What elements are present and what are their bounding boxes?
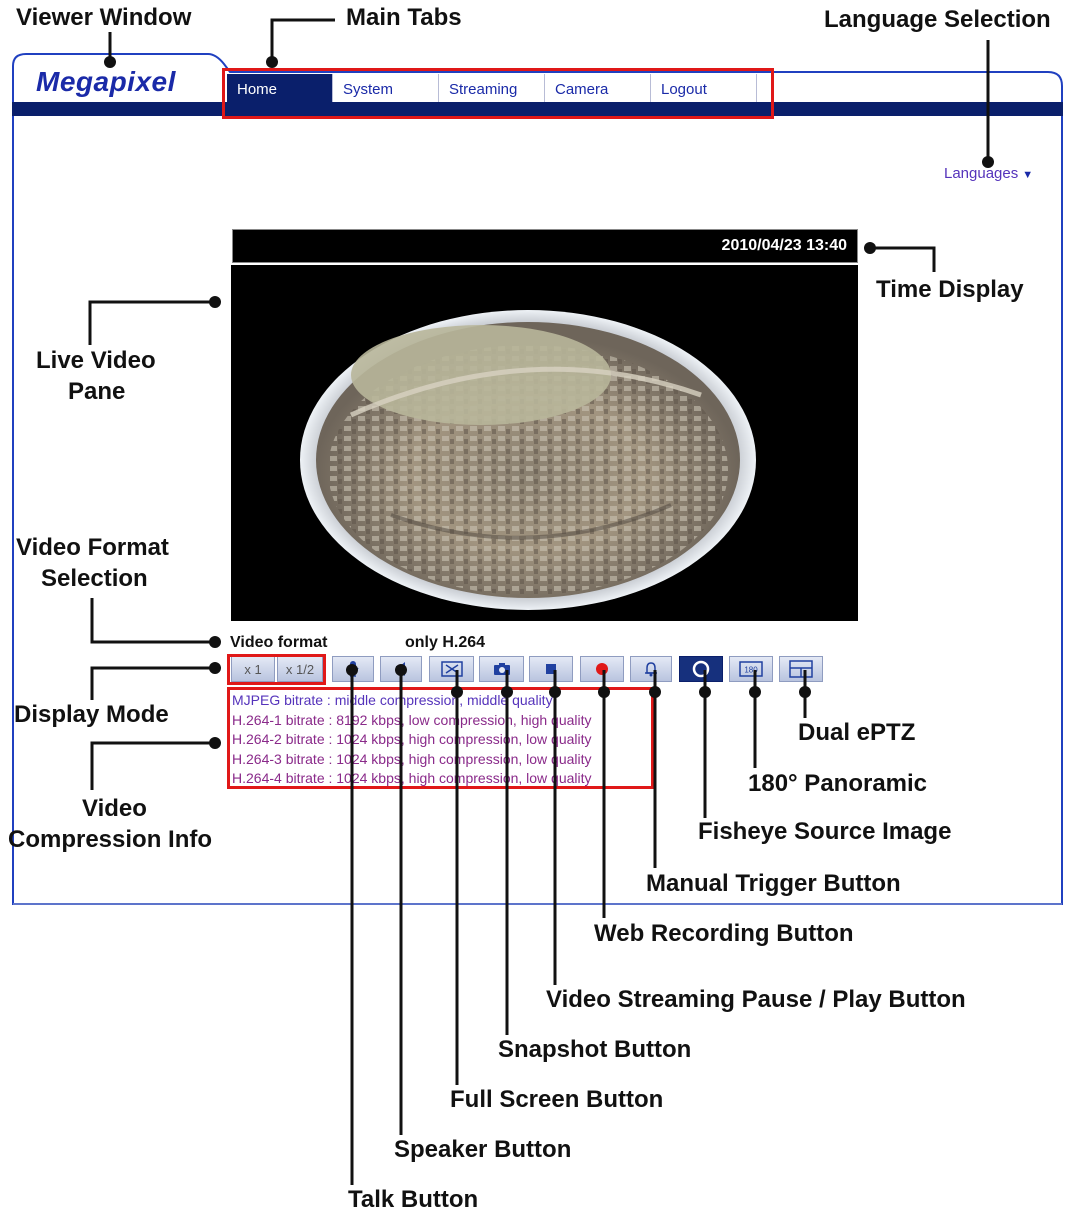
- annotation-time-display: Time Display: [876, 276, 1024, 303]
- annotation-main-tabs: Main Tabs: [346, 4, 462, 31]
- annotation-manual-trigger: Manual Trigger Button: [646, 870, 901, 897]
- annotation-compression-1: Video: [82, 795, 147, 822]
- annotation-dual-eptz: Dual ePTZ: [798, 719, 916, 746]
- annotation-fisheye: Fisheye Source Image: [698, 818, 952, 845]
- annotation-talk: Talk Button: [348, 1186, 479, 1213]
- annotation-compression-2: Compression Info: [8, 826, 213, 853]
- annotation-video-format-1: Video Format: [16, 534, 169, 561]
- annotation-snapshot: Snapshot Button: [498, 1036, 692, 1063]
- annotation-pause-play: Video Streaming Pause / Play Button: [546, 986, 966, 1013]
- annotation-viewer-window: Viewer Window: [16, 4, 192, 31]
- annotation-language-selection: Language Selection: [824, 6, 1051, 33]
- annotation-speaker: Speaker Button: [394, 1136, 572, 1163]
- annotation-web-recording: Web Recording Button: [594, 920, 854, 947]
- annotation-video-format-2: Selection: [41, 565, 148, 592]
- annotation-full-screen: Full Screen Button: [450, 1086, 664, 1113]
- annotation-leader-lines: [88, 18, 994, 1185]
- annotation-live-video-pane-1: Live Video: [36, 347, 156, 374]
- annotation-panoramic: 180° Panoramic: [748, 770, 928, 797]
- annotation-display-mode: Display Mode: [14, 701, 169, 728]
- annotation-live-video-pane-2: Pane: [68, 378, 126, 405]
